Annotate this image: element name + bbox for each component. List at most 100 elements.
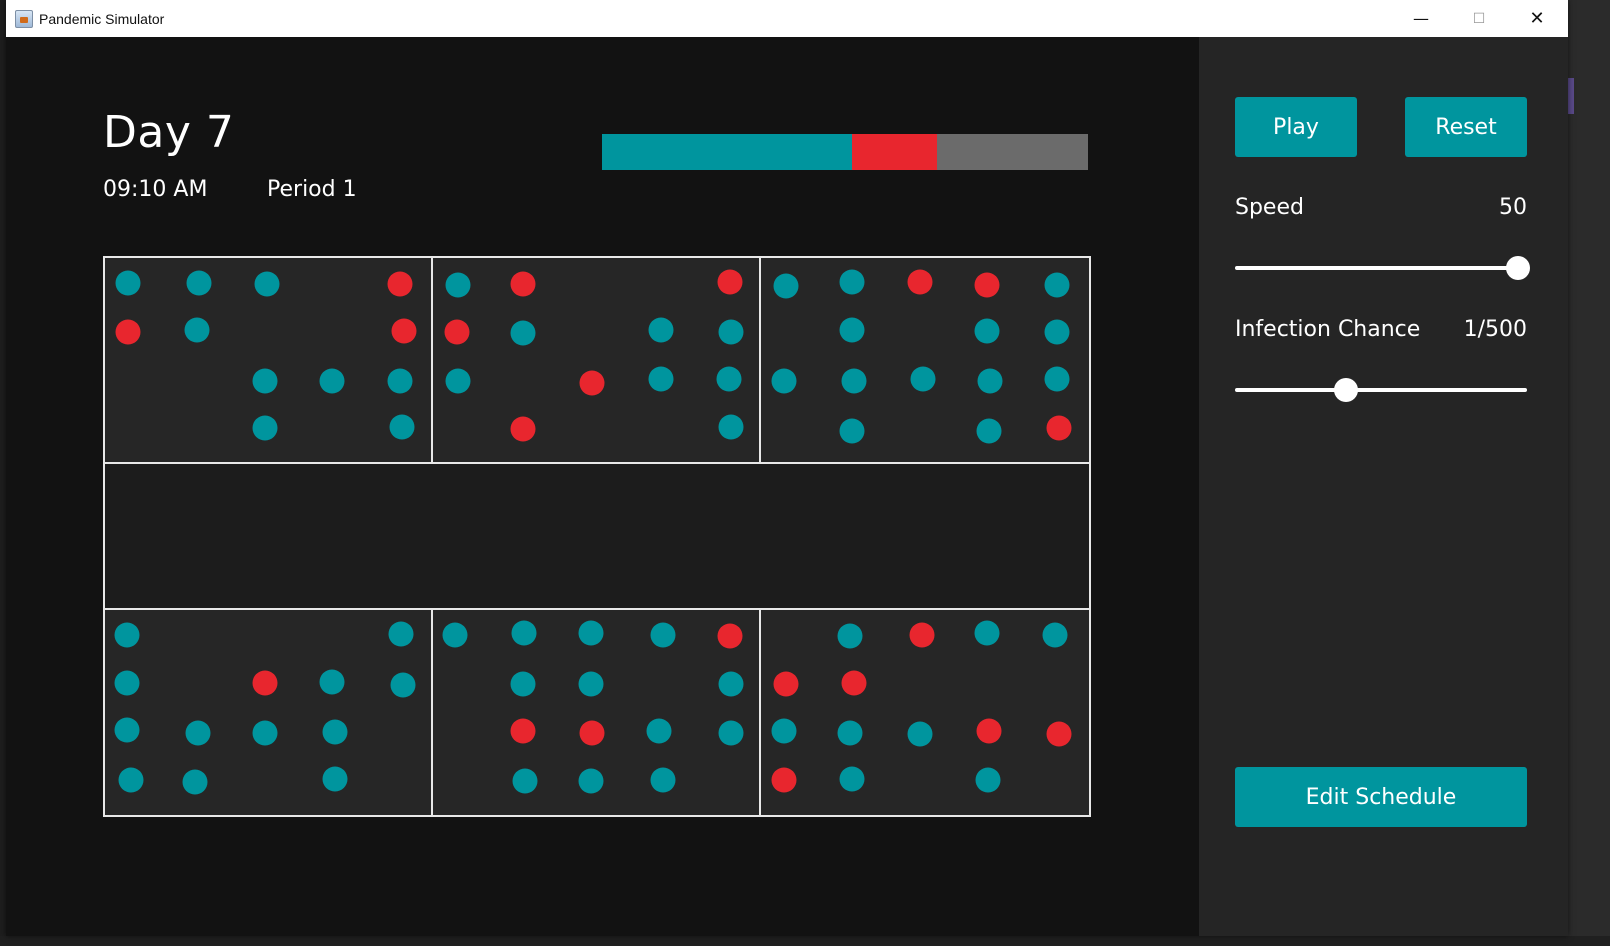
infected-person xyxy=(909,622,935,648)
infected-person xyxy=(510,271,536,297)
healthy-person xyxy=(907,721,933,747)
healthy-person xyxy=(841,368,867,394)
healthy-person xyxy=(650,622,676,648)
healthy-person xyxy=(771,718,797,744)
edit-schedule-button[interactable]: Edit Schedule xyxy=(1235,767,1527,827)
maximize-icon: ☐ xyxy=(1472,10,1486,27)
speed-slider-thumb[interactable] xyxy=(1506,256,1531,280)
classroom-2 xyxy=(431,256,761,464)
close-button[interactable]: ✕ xyxy=(1508,0,1566,37)
infected-person xyxy=(387,271,413,297)
window-title: Pandemic Simulator xyxy=(39,10,165,27)
healthy-person xyxy=(718,720,744,746)
infection-chance-slider-thumb[interactable] xyxy=(1333,378,1358,402)
healthy-person xyxy=(648,366,674,392)
close-icon: ✕ xyxy=(1529,8,1545,29)
healthy-person xyxy=(322,766,348,792)
healthy-person xyxy=(718,671,744,697)
population-status-bar xyxy=(602,134,1088,170)
infected-person xyxy=(1046,721,1072,747)
day-label: Day 7 xyxy=(103,107,235,158)
minimize-button[interactable]: — xyxy=(1392,0,1450,37)
reset-button[interactable]: Reset xyxy=(1405,97,1527,157)
healthy-person xyxy=(839,269,865,295)
healthy-person xyxy=(115,270,141,296)
healthy-person xyxy=(319,368,345,394)
healthy-person xyxy=(910,366,936,392)
healthy-person xyxy=(182,769,208,795)
healthy-person xyxy=(445,272,471,298)
healthy-person xyxy=(648,317,674,343)
healthy-person xyxy=(510,671,536,697)
healthy-person xyxy=(1042,622,1068,648)
healthy-person xyxy=(510,320,536,346)
infected-person xyxy=(579,370,605,396)
infected-person xyxy=(773,671,799,697)
infected-person xyxy=(444,319,470,345)
healthy-person xyxy=(184,317,210,343)
healthy-person xyxy=(837,720,863,746)
healthy-person xyxy=(387,368,413,394)
period-label: Period 1 xyxy=(267,177,357,202)
speed-label: Speed xyxy=(1235,195,1304,220)
healthy-person xyxy=(252,368,278,394)
healthy-person xyxy=(512,768,538,794)
infected-person xyxy=(974,272,1000,298)
infected-person xyxy=(510,416,536,442)
healthy-person xyxy=(445,368,471,394)
infection-chance-value: 1/500 xyxy=(1463,317,1527,342)
healthy-person xyxy=(1044,366,1070,392)
healthy-person xyxy=(773,273,799,299)
healthy-person xyxy=(511,620,537,646)
healthy-person xyxy=(322,719,348,745)
healthy-person xyxy=(975,767,1001,793)
healthy-person xyxy=(974,318,1000,344)
classroom-3 xyxy=(759,256,1091,464)
hallway xyxy=(103,462,1091,610)
healthy-person xyxy=(839,317,865,343)
classroom-1 xyxy=(103,256,433,464)
control-panel: Play Reset Speed 50 Infection Chance 1/5… xyxy=(1199,37,1568,936)
healthy-person xyxy=(839,766,865,792)
healthy-person xyxy=(114,622,140,648)
healthy-person xyxy=(388,621,414,647)
infected-person xyxy=(841,670,867,696)
infection-chance-label: Infection Chance xyxy=(1235,317,1421,342)
healthy-person xyxy=(650,767,676,793)
population-bar-healthy xyxy=(602,134,853,170)
population-bar-infected xyxy=(852,134,938,170)
speed-value: 50 xyxy=(1499,195,1527,220)
infected-person xyxy=(391,318,417,344)
healthy-person xyxy=(578,671,604,697)
java-app-icon xyxy=(15,9,33,28)
healthy-person xyxy=(118,767,144,793)
healthy-person xyxy=(976,418,1002,444)
maximize-button[interactable]: ☐ xyxy=(1450,0,1508,37)
classroom-4 xyxy=(103,608,433,817)
app-window: Pandemic Simulator — ☐ ✕ Day 7 09:10 AM … xyxy=(6,0,1568,936)
healthy-person xyxy=(252,720,278,746)
taskbar xyxy=(0,936,1610,946)
school-map xyxy=(103,256,1091,817)
infected-person xyxy=(115,319,141,345)
healthy-person xyxy=(319,669,345,695)
healthy-person xyxy=(1044,319,1070,345)
healthy-person xyxy=(977,368,1003,394)
healthy-person xyxy=(974,620,1000,646)
healthy-person xyxy=(718,414,744,440)
speed-slider[interactable] xyxy=(1235,266,1527,270)
desktop-background-right xyxy=(1568,0,1610,946)
healthy-person xyxy=(839,418,865,444)
healthy-person xyxy=(442,622,468,648)
time-label: 09:10 AM xyxy=(103,177,208,202)
play-button[interactable]: Play xyxy=(1235,97,1357,157)
classroom-5 xyxy=(431,608,761,817)
infection-chance-slider[interactable] xyxy=(1235,388,1527,392)
infected-person xyxy=(1046,415,1072,441)
infected-person xyxy=(252,670,278,696)
healthy-person xyxy=(578,620,604,646)
healthy-person xyxy=(837,623,863,649)
title-bar: Pandemic Simulator — ☐ ✕ xyxy=(6,0,1568,38)
infected-person xyxy=(717,269,743,295)
healthy-person xyxy=(389,414,415,440)
